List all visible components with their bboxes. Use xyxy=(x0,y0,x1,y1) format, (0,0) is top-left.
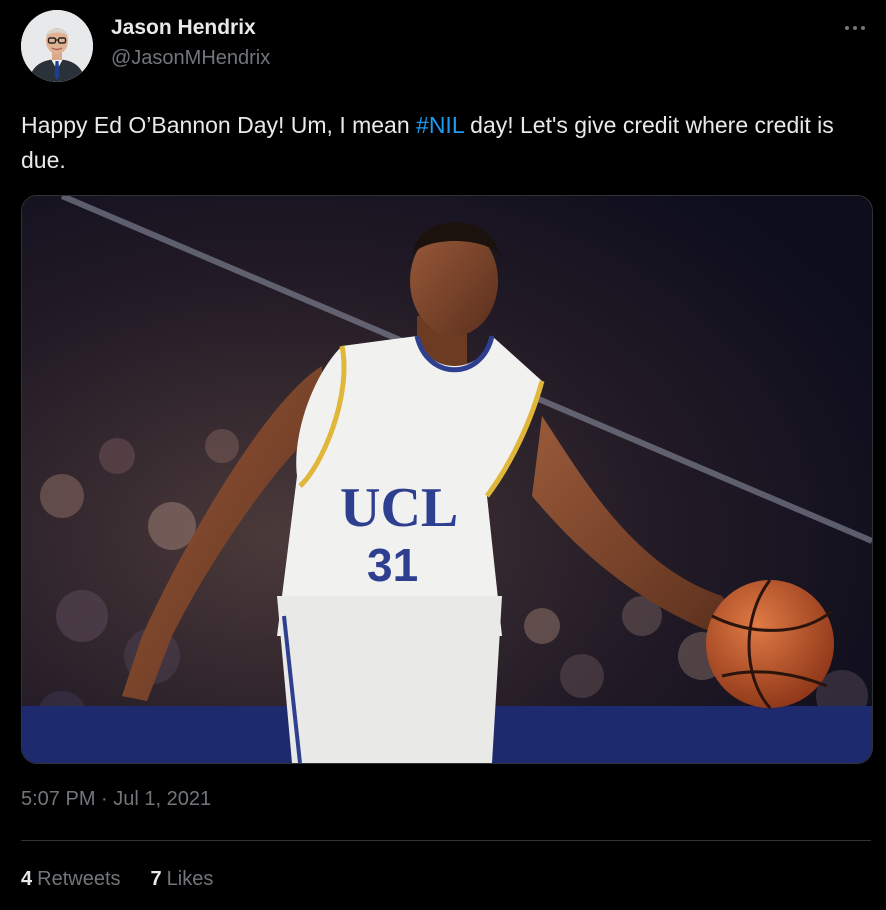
likes-count: 7 xyxy=(150,868,162,890)
more-horizontal-icon[interactable] xyxy=(845,20,869,36)
divider xyxy=(21,840,871,841)
jersey-text: UCL xyxy=(340,477,458,539)
basketball-player-photo: UCL 31 xyxy=(22,196,872,763)
retweets-stat[interactable]: 4 Retweets xyxy=(21,868,121,891)
author-handle[interactable]: @JasonMHendrix xyxy=(111,47,270,70)
avatar-image xyxy=(21,10,93,82)
tweet-text: Happy Ed O’Bannon Day! Um, I mean #NIL d… xyxy=(21,108,861,178)
tweet-stats: 4 Retweets 7 Likes xyxy=(21,868,213,891)
retweets-label: Retweets xyxy=(37,868,121,890)
likes-stat[interactable]: 7 Likes xyxy=(151,868,214,891)
jersey-number: 31 xyxy=(367,539,418,591)
tweet-timestamp[interactable]: 5:07 PM · Jul 1, 2021 xyxy=(21,788,211,811)
likes-label: Likes xyxy=(166,868,214,890)
retweets-count: 4 xyxy=(21,868,33,890)
tweet-media-photo[interactable]: UCL 31 xyxy=(21,195,873,764)
tweet-text-start: Happy Ed O’Bannon Day! Um, I mean xyxy=(21,112,417,138)
author-name[interactable]: Jason Hendrix xyxy=(111,16,256,40)
hashtag-link[interactable]: #NIL xyxy=(416,112,464,138)
avatar[interactable] xyxy=(21,10,93,82)
